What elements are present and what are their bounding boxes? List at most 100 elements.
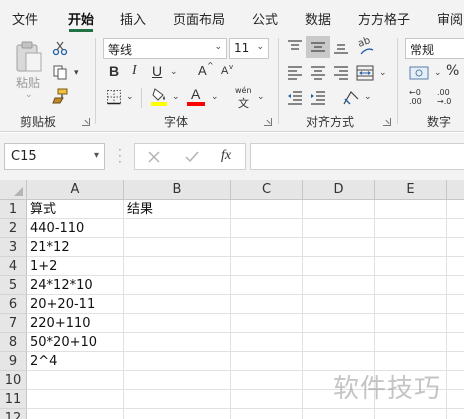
cell[interactable] xyxy=(447,352,464,371)
cell[interactable] xyxy=(231,238,303,257)
column-header[interactable]: A xyxy=(27,180,124,200)
cell[interactable] xyxy=(124,238,231,257)
increase-indent-icon[interactable] xyxy=(310,91,326,105)
cell[interactable] xyxy=(375,295,447,314)
row-header[interactable]: 7 xyxy=(0,314,27,333)
cell[interactable] xyxy=(124,409,231,419)
cell[interactable]: 20+20-11 xyxy=(27,295,124,314)
cell[interactable] xyxy=(375,276,447,295)
cell[interactable] xyxy=(303,295,375,314)
align-left-icon[interactable] xyxy=(287,66,303,80)
cell[interactable] xyxy=(231,276,303,295)
insert-function-icon[interactable]: fx xyxy=(221,148,231,164)
cell[interactable] xyxy=(447,276,464,295)
tab-insert[interactable]: 插入 xyxy=(120,9,146,28)
cell[interactable]: 2^4 xyxy=(27,352,124,371)
shrink-font-button[interactable]: A xyxy=(221,65,228,77)
accounting-format-icon[interactable] xyxy=(409,65,431,81)
align-center-icon[interactable] xyxy=(310,66,326,80)
decrease-indent-icon[interactable] xyxy=(287,91,303,105)
cell[interactable]: 结果 xyxy=(124,200,231,219)
cell[interactable] xyxy=(231,371,303,390)
merge-chevron-icon[interactable]: ⌄ xyxy=(379,68,387,78)
cell[interactable] xyxy=(124,352,231,371)
cell[interactable] xyxy=(303,409,375,419)
alignment-launcher-icon[interactable] xyxy=(383,118,391,126)
column-header[interactable]: C xyxy=(231,180,303,200)
cell[interactable] xyxy=(375,257,447,276)
format-painter-icon[interactable] xyxy=(52,88,68,104)
formula-input[interactable] xyxy=(250,143,464,170)
cell[interactable] xyxy=(303,276,375,295)
cell[interactable] xyxy=(447,371,464,390)
cell[interactable] xyxy=(231,409,303,419)
cell[interactable]: 1+2 xyxy=(27,257,124,276)
cell[interactable] xyxy=(303,314,375,333)
cell[interactable] xyxy=(124,295,231,314)
cell[interactable] xyxy=(231,257,303,276)
underline-button[interactable]: U xyxy=(152,63,162,79)
cell[interactable] xyxy=(27,371,124,390)
align-bottom-icon[interactable] xyxy=(333,40,349,54)
font-color-chevron-icon[interactable]: ⌄ xyxy=(211,92,219,102)
cell[interactable] xyxy=(447,314,464,333)
cell[interactable] xyxy=(231,200,303,219)
cell[interactable] xyxy=(447,409,464,419)
splitter-handle-icon[interactable]: · · · xyxy=(118,144,122,168)
copy-icon[interactable] xyxy=(52,64,68,80)
chevron-down-icon[interactable]: ⌄ xyxy=(256,42,264,52)
cell[interactable]: 21*12 xyxy=(27,238,124,257)
cell[interactable] xyxy=(27,409,124,419)
row-header[interactable]: 12 xyxy=(0,409,27,419)
cell[interactable] xyxy=(447,333,464,352)
fill-color-chevron-icon[interactable]: ⌄ xyxy=(172,92,180,102)
cell[interactable] xyxy=(27,390,124,409)
font-size-combo[interactable]: 11 ⌄ xyxy=(229,38,269,59)
chevron-down-icon[interactable]: ▾ xyxy=(94,150,99,161)
enter-check-icon[interactable] xyxy=(185,151,199,163)
copy-chevron-icon[interactable]: ▾ xyxy=(74,68,79,78)
name-box[interactable]: C15 ▾ xyxy=(4,143,105,170)
align-top-icon[interactable] xyxy=(287,40,303,54)
cell[interactable] xyxy=(231,333,303,352)
cell[interactable] xyxy=(231,390,303,409)
fill-color-icon[interactable] xyxy=(151,87,167,107)
cell[interactable]: 220+110 xyxy=(27,314,124,333)
percent-style-icon[interactable]: % xyxy=(446,63,459,79)
cell[interactable] xyxy=(124,276,231,295)
cut-icon[interactable] xyxy=(52,40,68,56)
cell[interactable] xyxy=(231,219,303,238)
row-header[interactable]: 8 xyxy=(0,333,27,352)
row-header[interactable]: 4 xyxy=(0,257,27,276)
borders-chevron-icon[interactable]: ⌄ xyxy=(126,92,134,102)
cell[interactable] xyxy=(124,257,231,276)
row-header[interactable]: 5 xyxy=(0,276,27,295)
paste-chevron-icon[interactable]: ⌄ xyxy=(25,90,33,100)
text-direction-icon[interactable] xyxy=(341,89,361,107)
cell[interactable]: 算式 xyxy=(27,200,124,219)
cell[interactable] xyxy=(303,200,375,219)
cell[interactable] xyxy=(447,390,464,409)
cell[interactable] xyxy=(303,219,375,238)
cell[interactable] xyxy=(124,371,231,390)
tab-review[interactable]: 审阅 xyxy=(437,9,463,28)
cell[interactable] xyxy=(375,219,447,238)
increase-decimal-icon[interactable]: ←0.00 xyxy=(409,88,431,108)
decrease-decimal-icon[interactable]: .00 →.0 xyxy=(437,88,459,108)
merge-center-icon[interactable] xyxy=(356,65,374,81)
cell[interactable] xyxy=(303,257,375,276)
cell[interactable] xyxy=(447,200,464,219)
clipboard-launcher-icon[interactable] xyxy=(82,118,90,126)
font-name-combo[interactable]: 等线 ⌄ xyxy=(103,38,227,59)
column-header[interactable]: E xyxy=(375,180,447,200)
select-all-button[interactable] xyxy=(0,180,27,200)
cell[interactable] xyxy=(375,200,447,219)
cell[interactable] xyxy=(375,314,447,333)
phonetic-button[interactable]: wén 文 xyxy=(235,86,257,110)
bold-button[interactable]: B xyxy=(109,63,119,79)
cell[interactable] xyxy=(231,352,303,371)
borders-icon[interactable] xyxy=(106,89,122,105)
row-header[interactable]: 1 xyxy=(0,200,27,219)
cell[interactable] xyxy=(375,238,447,257)
orientation-button[interactable]: ab xyxy=(356,35,376,57)
